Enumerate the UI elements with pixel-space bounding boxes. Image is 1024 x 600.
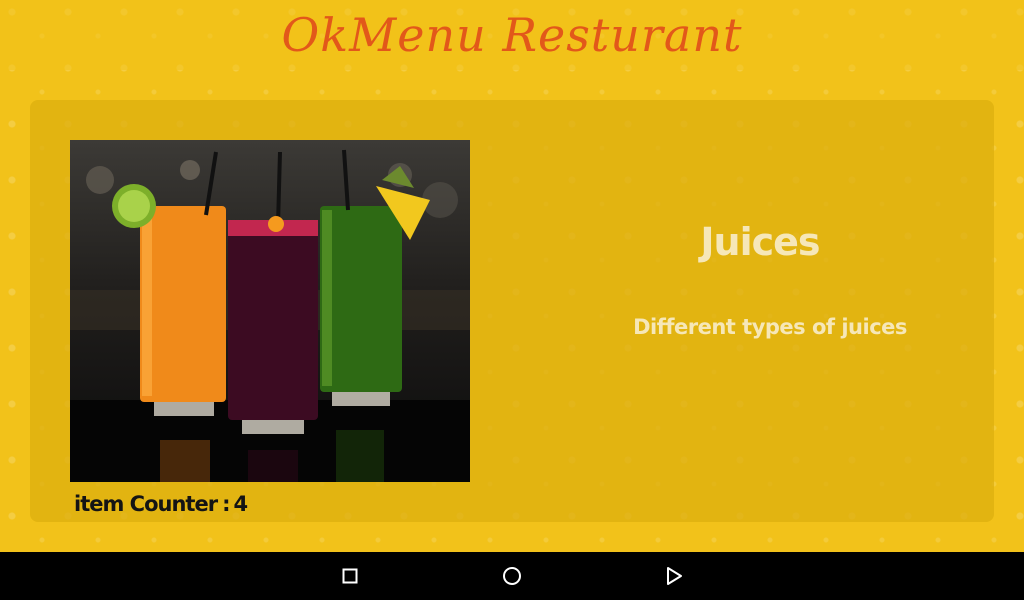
item-title: Juices — [700, 220, 820, 264]
android-navigation-bar — [0, 552, 1024, 600]
home-icon[interactable] — [500, 564, 524, 588]
item-counter-separator: : — [222, 492, 230, 516]
recent-apps-icon[interactable] — [338, 564, 362, 588]
app-header: OkMenu Resturant — [0, 0, 1024, 70]
item-description: Different types of juices — [633, 315, 907, 339]
item-counter: item Counter : 4 — [74, 492, 248, 516]
menu-item-card[interactable]: Juices Different types of juices item Co… — [30, 100, 994, 522]
item-counter-value: 4 — [233, 492, 248, 516]
juices-image — [70, 140, 470, 482]
item-counter-label: item Counter — [74, 492, 218, 516]
back-icon[interactable] — [662, 564, 686, 588]
app-title: OkMenu Resturant — [281, 8, 743, 62]
